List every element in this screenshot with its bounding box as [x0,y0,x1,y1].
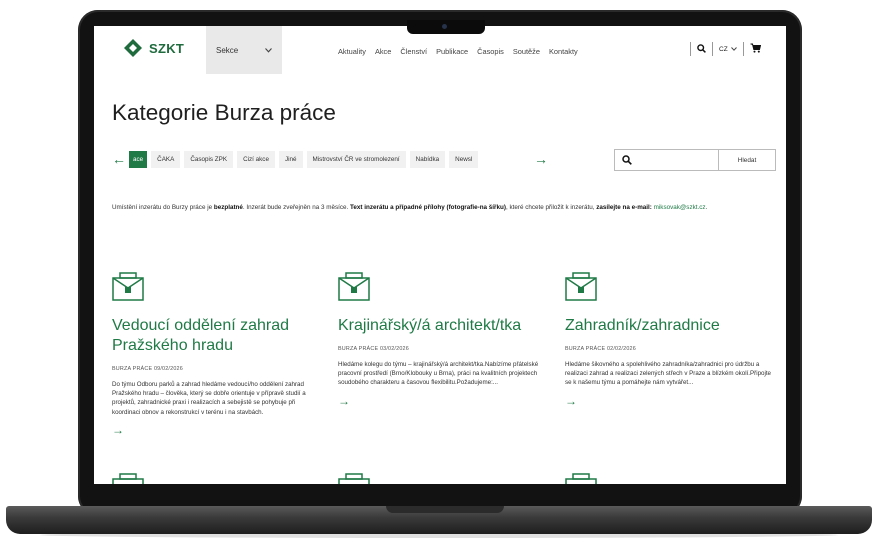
camera-notch [407,20,485,34]
main-nav: Aktuality Akce Členství Publikace Časopi… [338,47,578,56]
category-strip: ← ace ČAKA Časopis ZPK Cizí akce Jiné Mi… [112,150,552,168]
info-text: Umístění inzerátu do Burzy práce je bezp… [112,203,776,213]
card-meta: BURZA PRÁCE 09/02/2026 [112,366,183,372]
camera-icon [442,24,447,29]
cart-icon[interactable] [750,43,761,55]
info-part: , které chcete přiložit k inzerátu, [505,204,597,211]
briefcase-icon [338,272,370,302]
info-bold: zasílejte na e-mail: [596,204,652,211]
info-bold: bezplatné [213,204,243,211]
chevron-down-icon [265,46,272,55]
search-button[interactable]: Hledat [719,150,775,170]
search-input[interactable] [615,150,719,170]
card-title[interactable]: Zahradník/zahradnice [565,316,771,336]
job-card[interactable]: Zahradník/zahradnice BURZA PRÁCE 02/02/2… [565,272,771,408]
sekce-label: Sekce [216,45,239,55]
category-chip-nabidka[interactable]: Nabídka [409,150,446,168]
category-chip-casopis-zpk[interactable]: Časopis ZPK [184,150,234,168]
info-part: Umístění inzerátu do Burzy práce je [112,204,214,211]
arrow-right-icon[interactable]: → [565,394,771,408]
category-chip-jine[interactable]: Jiné [278,150,303,168]
briefcase-icon [565,473,597,484]
chevron-down-icon [730,47,737,51]
info-part: . Inzerát bude zveřejněn na 3 měsíce. [242,204,351,211]
category-chip-newsletter[interactable]: Newsl [449,150,479,168]
laptop-base [6,506,872,534]
card-title[interactable]: Vedoucí oddělení zahrad Pražského hradu [112,316,318,356]
card-text: Hledáme šikovného a spolehlivého zahradn… [565,361,771,387]
logo-diamond-icon [124,39,142,57]
arrow-left-icon[interactable]: ← [112,152,126,166]
search-icon [622,155,632,165]
browser-screen: SZKT Sekce Aktuality Akce Členství Publi… [94,26,786,484]
info-part: . [705,204,708,211]
card-meta: BURZA PRÁCE 02/02/2026 [565,346,636,352]
nav-akce[interactable]: Akce [375,47,391,56]
laptop-lip [386,506,504,513]
arrow-right-icon[interactable]: → [338,394,544,408]
arrow-right-icon[interactable]: → [112,423,318,437]
card-title[interactable]: Krajinářský/á architekt/tka [338,316,544,336]
briefcase-icon [338,473,370,484]
nav-souteze[interactable]: Soutěže [513,47,540,56]
divider [690,42,691,56]
category-chips: ace ČAKA Časopis ZPK Cizí akce Jiné Mist… [129,150,531,168]
site-logo[interactable]: SZKT [124,39,184,57]
category-chip-caka[interactable]: ČAKA [151,150,181,168]
briefcase-icon [112,272,144,302]
search-box: Hledat [614,149,776,171]
logo-text: SZKT [149,40,185,56]
briefcase-icon [565,272,597,302]
divider [742,42,744,56]
card-meta: BURZA PRÁCE 03/02/2026 [338,346,409,352]
nav-kontakty[interactable]: Kontakty [549,47,578,56]
nav-aktuality[interactable]: Aktuality [338,47,366,56]
nav-casopis[interactable]: Časopis [477,47,504,56]
search-icon[interactable] [697,43,706,55]
email-link[interactable]: miksovak@szkt.cz [652,204,706,211]
nav-clenstvi[interactable]: Členství [400,47,427,56]
info-bold: Text inzerátu a případné přílohy (fotogr… [350,204,506,211]
card-text: Do týmu Odboru parků a zahrad hledáme ve… [112,381,306,416]
nav-publikace[interactable]: Publikace [436,47,468,56]
sekce-dropdown[interactable]: Sekce [206,26,282,74]
header-tools: CZ [690,42,761,56]
category-chip-cizi-akce[interactable]: Cizí akce [237,150,275,168]
page-title: Kategorie Burza práce [112,100,336,125]
language-label: CZ [719,45,728,53]
briefcase-icon [112,473,144,484]
category-chip-mistrovstvi[interactable]: Mistrovství ČR ve stromolezení [306,150,406,168]
arrow-right-icon[interactable]: → [534,152,548,166]
job-card[interactable]: Vedoucí oddělení zahrad Pražského hradu … [112,272,318,437]
language-select[interactable]: CZ [719,46,737,53]
card-text: Hledáme kolegu do týmu – krajinářský/á a… [338,361,539,387]
job-card[interactable]: Krajinářský/á architekt/tka BURZA PRÁCE … [338,272,544,408]
category-chip-active[interactable]: ace [129,150,148,168]
divider [712,42,713,56]
